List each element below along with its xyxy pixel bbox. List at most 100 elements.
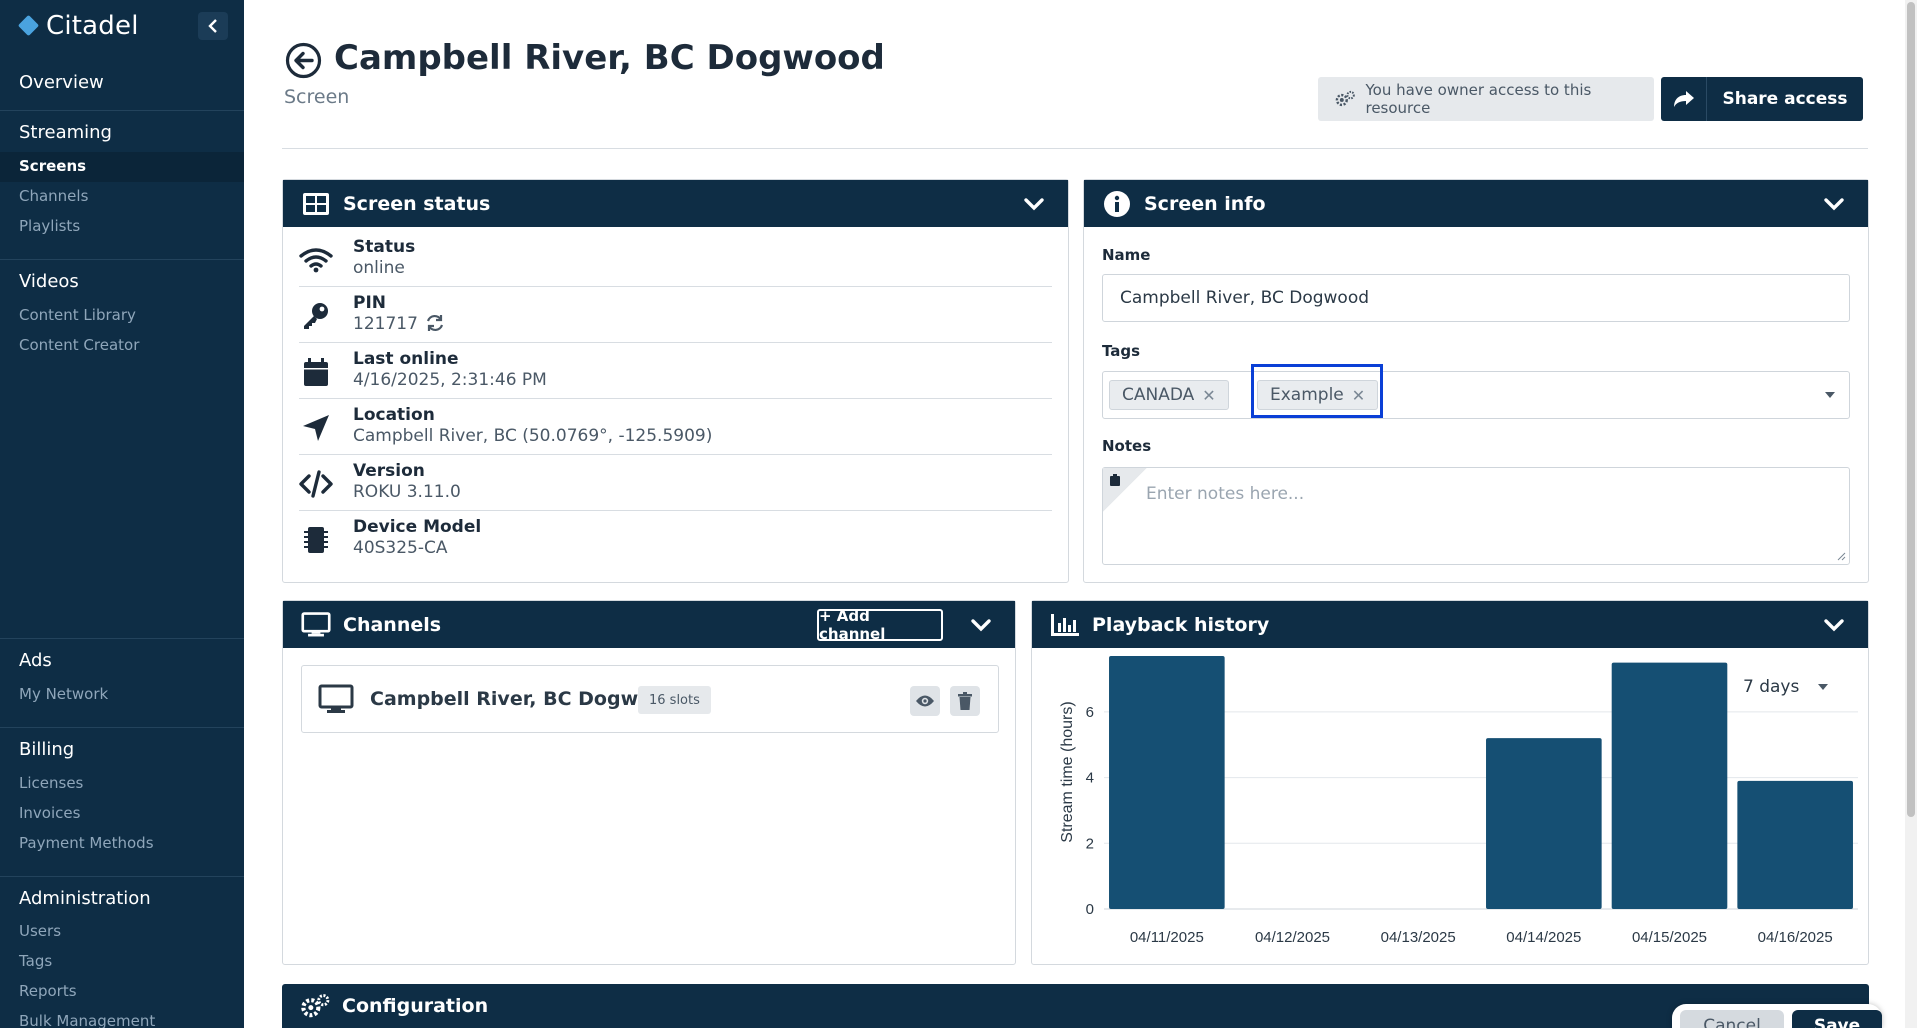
name-label: Name bbox=[1102, 246, 1151, 264]
x-tick-label: 04/12/2025 bbox=[1255, 929, 1330, 946]
screen-status-header[interactable]: Screen status bbox=[283, 180, 1068, 227]
x-tick-label: 04/16/2025 bbox=[1758, 929, 1833, 946]
resize-grip-icon[interactable] bbox=[1837, 552, 1846, 561]
bar-chart-icon bbox=[1050, 610, 1080, 640]
panel-title: Screen status bbox=[343, 192, 491, 215]
range-select[interactable]: 7 days bbox=[1735, 670, 1848, 704]
bar[interactable] bbox=[1737, 780, 1853, 909]
remove-tag-icon[interactable]: ✕ bbox=[1352, 386, 1365, 405]
nav-section-streaming: Streaming bbox=[19, 122, 112, 143]
caret-down-icon[interactable] bbox=[1825, 392, 1835, 398]
range-value: 7 days bbox=[1743, 677, 1800, 697]
owner-access-text: You have owner access to this resource bbox=[1365, 81, 1592, 117]
share-access-button[interactable]: Share access bbox=[1661, 77, 1863, 121]
divider bbox=[0, 876, 244, 877]
delete-channel-button[interactable] bbox=[950, 686, 980, 716]
wifi-icon bbox=[299, 245, 333, 275]
sidebar-item-my-network[interactable]: My Network bbox=[19, 685, 108, 703]
cancel-button[interactable]: Cancel bbox=[1680, 1010, 1784, 1028]
refresh-icon[interactable] bbox=[425, 314, 445, 332]
sidebar-item-content-library[interactable]: Content Library bbox=[19, 306, 136, 324]
panel-title: Channels bbox=[343, 613, 442, 636]
brand-name: Citadel bbox=[46, 11, 139, 41]
device-model-label: Device Model bbox=[353, 517, 482, 537]
configuration-header[interactable]: Configuration bbox=[282, 984, 1869, 1028]
chevron-down-icon[interactable] bbox=[969, 613, 993, 637]
last-online-value: 4/16/2025, 2:31:46 PM bbox=[353, 370, 547, 390]
bar[interactable] bbox=[1486, 738, 1602, 909]
sidebar-item-content-creator[interactable]: Content Creator bbox=[19, 336, 139, 354]
sidebar-item-bulk-management[interactable]: Bulk Management bbox=[19, 1012, 155, 1028]
view-channel-button[interactable] bbox=[910, 686, 940, 716]
panel-title: Screen info bbox=[1144, 192, 1266, 215]
sidebar-item-screens[interactable]: Screens bbox=[19, 157, 86, 175]
page-subtitle: Screen bbox=[284, 86, 350, 108]
chevron-down-icon[interactable] bbox=[1822, 192, 1846, 216]
sidebar-item-licenses[interactable]: Licenses bbox=[19, 774, 83, 792]
scrollbar-thumb[interactable] bbox=[1907, 2, 1915, 817]
y-tick-label: 0 bbox=[1086, 901, 1094, 918]
channel-card[interactable]: Campbell River, BC Dogwood 16 slots bbox=[301, 665, 999, 733]
save-bar: Cancel Save bbox=[1672, 1004, 1882, 1028]
location-label: Location bbox=[353, 405, 435, 425]
chip-icon bbox=[299, 525, 333, 555]
y-axis-label: Stream time (hours) bbox=[1059, 701, 1076, 842]
sidebar-item-payment-methods[interactable]: Payment Methods bbox=[19, 834, 154, 852]
nav-section-ads: Ads bbox=[19, 650, 52, 671]
caret-down-icon bbox=[1818, 684, 1828, 690]
calendar-icon bbox=[299, 357, 333, 387]
channel-name[interactable]: Campbell River, BC Dogwood bbox=[370, 688, 678, 710]
name-input[interactable] bbox=[1102, 274, 1850, 322]
save-button[interactable]: Save bbox=[1792, 1010, 1882, 1028]
back-arrow-icon[interactable] bbox=[285, 42, 322, 79]
screen-info-header[interactable]: Screen info bbox=[1084, 180, 1868, 227]
add-channel-button[interactable]: + Add channel bbox=[817, 607, 943, 643]
x-tick-label: 04/14/2025 bbox=[1506, 929, 1581, 946]
sidebar: Citadel Overview Streaming Screens Chann… bbox=[0, 0, 244, 1028]
tag-example: Example ✕ bbox=[1257, 380, 1379, 410]
share-access-label: Share access bbox=[1722, 89, 1848, 109]
version-label: Version bbox=[353, 461, 425, 481]
tags-label: Tags bbox=[1102, 342, 1141, 360]
channels-panel: Channels + Add channel Campbell River, B… bbox=[282, 600, 1016, 965]
sidebar-item-users[interactable]: Users bbox=[19, 922, 61, 940]
sidebar-item-tags[interactable]: Tags bbox=[19, 952, 52, 970]
sidebar-item-reports[interactable]: Reports bbox=[19, 982, 77, 1000]
monitor-icon bbox=[318, 684, 354, 713]
y-tick-label: 6 bbox=[1086, 704, 1094, 721]
chevron-down-icon[interactable] bbox=[1822, 613, 1846, 637]
status-value: online bbox=[353, 258, 405, 278]
bar[interactable] bbox=[1109, 656, 1225, 909]
sidebar-item-playlists[interactable]: Playlists bbox=[19, 217, 80, 235]
nav-overview[interactable]: Overview bbox=[19, 72, 104, 93]
remove-tag-icon[interactable]: ✕ bbox=[1202, 386, 1215, 405]
playback-history-header[interactable]: Playback history bbox=[1032, 601, 1868, 648]
channels-header[interactable]: Channels + Add channel bbox=[283, 601, 1015, 648]
clipboard-icon bbox=[1110, 474, 1120, 486]
panel-title: Playback history bbox=[1092, 613, 1270, 636]
screen-info-panel: Screen info Name Tags CANADA ✕ Example ✕… bbox=[1083, 179, 1869, 583]
gears-icon bbox=[300, 991, 330, 1021]
gears-icon bbox=[1335, 90, 1355, 107]
screen-status-panel: Screen status Status online PIN 121717 L… bbox=[282, 179, 1069, 583]
collapse-sidebar-button[interactable] bbox=[198, 12, 228, 40]
x-tick-label: 04/15/2025 bbox=[1632, 929, 1707, 946]
notes-textarea[interactable]: Enter notes here... bbox=[1102, 467, 1850, 565]
brand-logo[interactable]: Citadel bbox=[18, 8, 139, 44]
sidebar-item-invoices[interactable]: Invoices bbox=[19, 804, 80, 822]
pin-value-wrap: 121717 bbox=[353, 314, 445, 334]
chevron-down-icon[interactable] bbox=[1022, 192, 1046, 216]
page-title: Campbell River, BC Dogwood bbox=[334, 38, 885, 78]
status-row-pin: PIN 121717 bbox=[299, 287, 1052, 343]
grid-icon bbox=[301, 189, 331, 219]
share-icon bbox=[1661, 77, 1707, 121]
status-row-status: Status online bbox=[299, 231, 1052, 287]
divider bbox=[0, 638, 244, 639]
tags-select[interactable]: CANADA ✕ Example ✕ bbox=[1102, 364, 1850, 419]
sidebar-item-channels[interactable]: Channels bbox=[19, 187, 88, 205]
status-row-last-online: Last online 4/16/2025, 2:31:46 PM bbox=[299, 343, 1052, 399]
trash-icon bbox=[958, 692, 972, 710]
notes-placeholder: Enter notes here... bbox=[1146, 484, 1305, 504]
bar[interactable] bbox=[1611, 662, 1728, 909]
status-row-location: Location Campbell River, BC (50.0769°, -… bbox=[299, 399, 1052, 455]
